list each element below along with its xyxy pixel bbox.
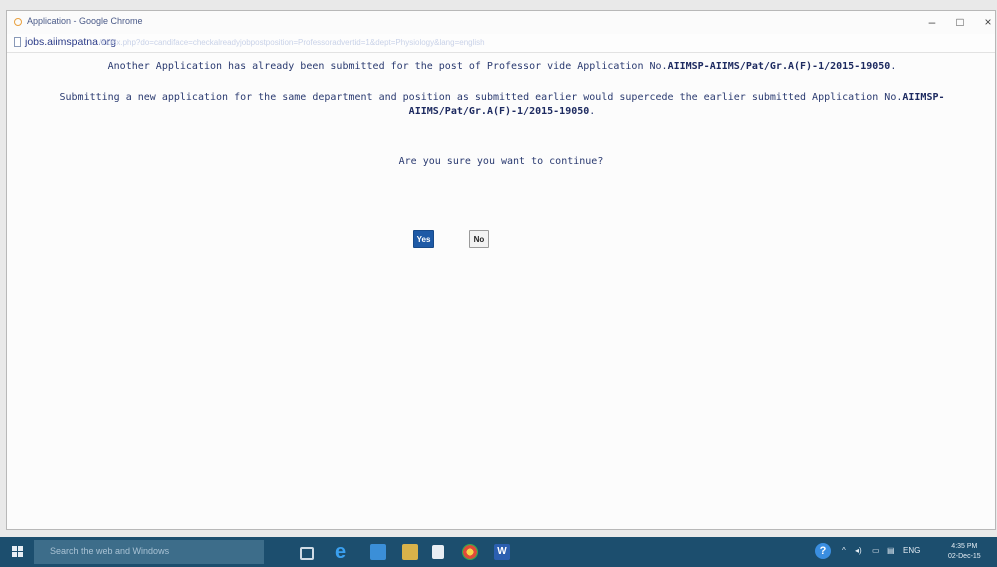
window-title: Application - Google Chrome bbox=[27, 16, 143, 26]
tray-language[interactable]: ENG bbox=[903, 546, 920, 555]
network-icon[interactable]: ▭ bbox=[872, 546, 880, 555]
confirm-question: Are you sure you want to continue? bbox=[398, 156, 604, 167]
maximize-button[interactable]: □ bbox=[952, 16, 968, 28]
taskbar-search-box[interactable]: Search the web and Windows bbox=[34, 540, 264, 564]
message2-text: Submitting a new application for the sam… bbox=[59, 92, 903, 103]
minimize-button[interactable]: – bbox=[924, 16, 940, 28]
taskbar-clock[interactable]: 4:35 PM 02-Dec-15 bbox=[948, 542, 981, 562]
clock-time: 4:35 PM bbox=[951, 543, 978, 550]
close-button[interactable]: × bbox=[980, 16, 996, 28]
chrome-taskbar-icon[interactable] bbox=[462, 544, 478, 560]
edge-browser-icon[interactable]: e bbox=[335, 542, 351, 562]
task-view-icon[interactable] bbox=[300, 547, 314, 560]
tray-chevron-icon[interactable]: ^ bbox=[842, 546, 846, 555]
application-number: AIIMSP-AIIMS/Pat/Gr.A(F)-1/2015-19050 bbox=[667, 61, 891, 72]
message1-end: . bbox=[890, 61, 897, 72]
windows-start-icon[interactable] bbox=[12, 546, 24, 558]
yes-button[interactable]: Yes bbox=[413, 230, 434, 248]
no-button[interactable]: No bbox=[469, 230, 489, 248]
message1-text: Another Application has already been sub… bbox=[107, 61, 668, 72]
message-already-submitted: Another Application has already been sub… bbox=[27, 60, 977, 74]
search-placeholder: Search the web and Windows bbox=[50, 546, 170, 556]
help-icon[interactable]: ? bbox=[815, 543, 831, 559]
message-supercede-warning: Submitting a new application for the sam… bbox=[17, 91, 987, 119]
message2-end: . bbox=[589, 106, 596, 117]
title-bar[interactable]: Application - Google Chrome – □ × bbox=[7, 11, 995, 34]
chrome-app-icon bbox=[14, 18, 22, 26]
browser-window: Application - Google Chrome – □ × jobs.a… bbox=[6, 10, 996, 530]
store-app-icon[interactable] bbox=[370, 544, 386, 560]
url-path[interactable]: /index.php?do=candiface=checkalreadyjobp… bbox=[99, 38, 739, 47]
word-icon[interactable]: W bbox=[494, 544, 510, 560]
file-explorer-icon[interactable] bbox=[402, 544, 418, 560]
volume-icon[interactable]: ◂) bbox=[855, 546, 862, 555]
taskbar: Search the web and Windows e W ? ^ ◂) ▭ … bbox=[0, 537, 997, 567]
clock-date: 02-Dec-15 bbox=[948, 553, 981, 560]
page-icon bbox=[14, 37, 21, 47]
store-bag-icon[interactable] bbox=[432, 545, 444, 559]
address-bar[interactable]: jobs.aiimspatna.org /index.php?do=candif… bbox=[7, 34, 995, 53]
notification-icon[interactable]: ▤ bbox=[887, 546, 895, 555]
